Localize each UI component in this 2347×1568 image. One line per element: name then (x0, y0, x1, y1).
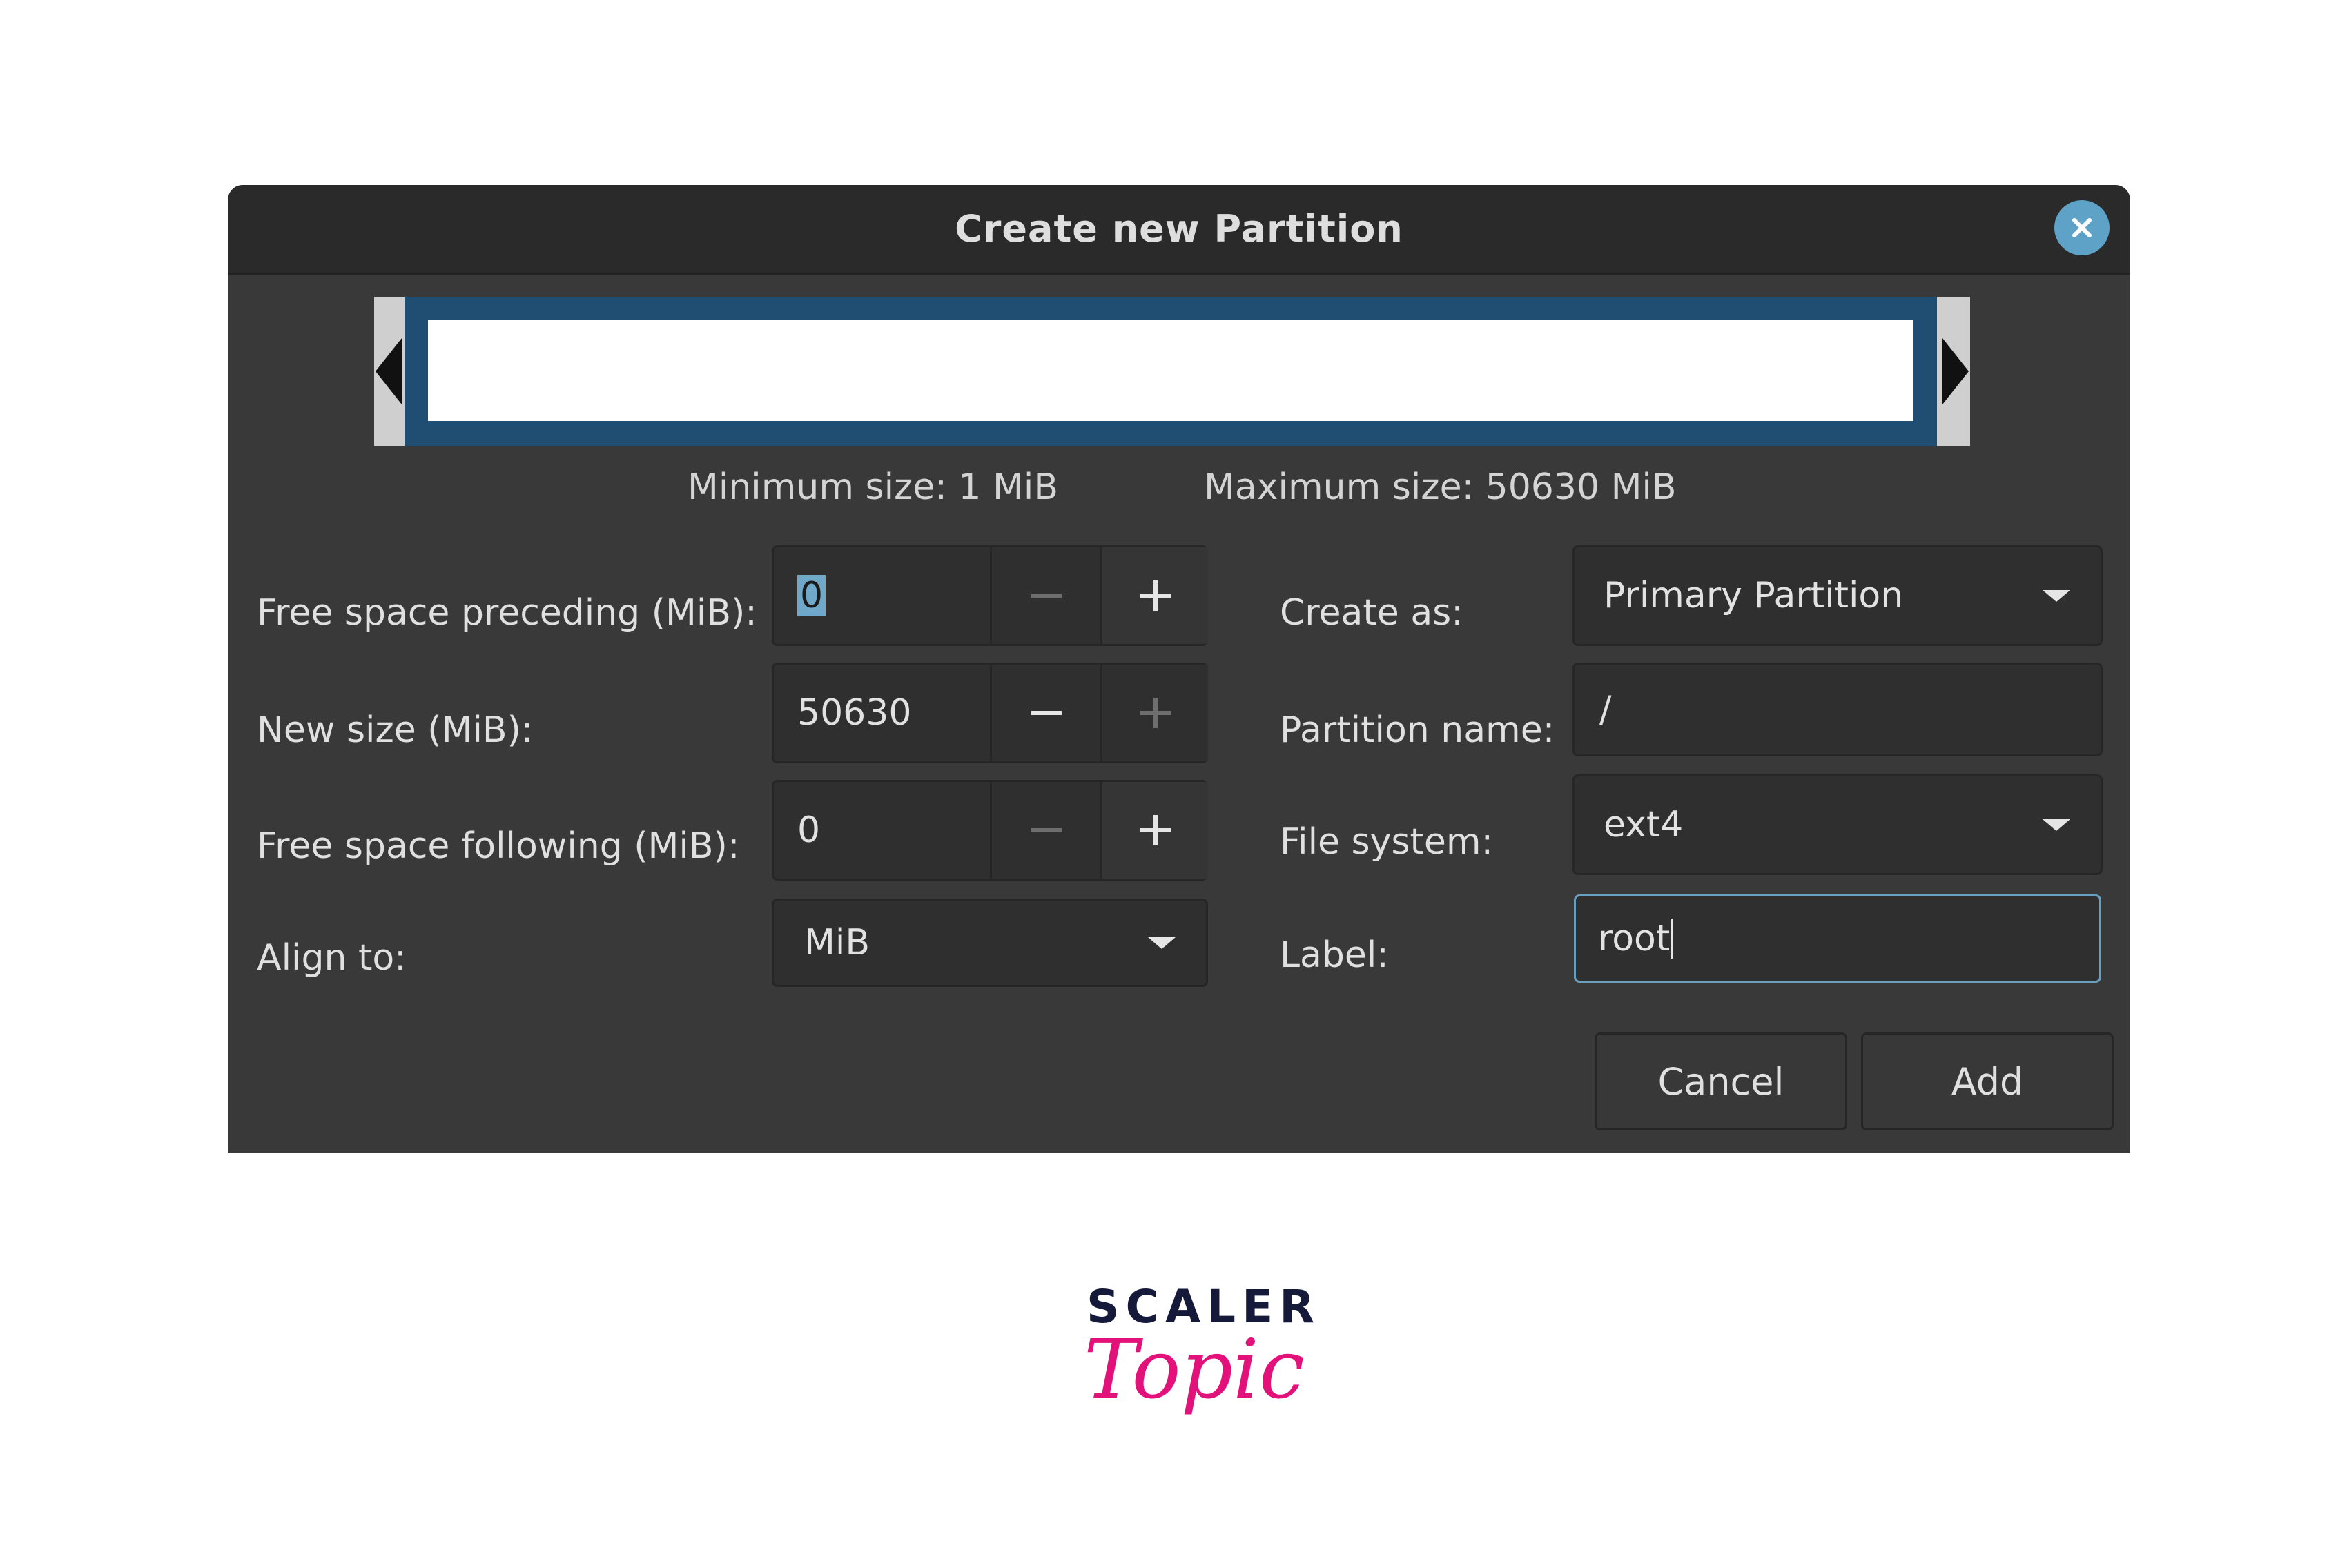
new-size-label: New size (MiB): (257, 709, 534, 751)
resize-handle-right-icon[interactable] (1940, 338, 1970, 404)
plus-icon (1140, 580, 1171, 611)
partition-name-value: / (1599, 689, 1612, 730)
free-space-following-label: Free space following (MiB): (257, 825, 740, 867)
label-field-label: Label: (1280, 934, 1389, 976)
free-space-preceding-input[interactable]: 0 (797, 547, 826, 644)
new-size-decrement-button[interactable] (990, 665, 1100, 761)
label-value: root (1598, 918, 1671, 959)
topics-logo-text: Topics (1084, 1322, 1305, 1417)
free-space-preceding-spinner: 0 (772, 545, 1208, 646)
new-size-increment-button[interactable] (1100, 665, 1208, 761)
dropdown-arrow-icon (2043, 819, 2070, 831)
close-button[interactable] (2054, 200, 2110, 255)
new-size-input[interactable]: 50630 (797, 665, 911, 761)
file-system-value: ext4 (1604, 804, 1684, 845)
create-partition-dialog: Create new Partition Minimum size: 1 MiB… (228, 185, 2130, 1153)
align-to-value: MiB (804, 922, 870, 963)
partition-used-area (428, 320, 1913, 421)
minus-icon (1031, 711, 1062, 715)
minus-icon (1031, 594, 1062, 598)
free-space-following-increment-button[interactable] (1100, 782, 1208, 879)
maximum-size-text: Maximum size: 50630 MiB (1204, 467, 1677, 508)
file-system-label: File system: (1280, 821, 1494, 863)
free-space-preceding-value: 0 (797, 575, 826, 616)
resize-handle-left-icon[interactable] (374, 338, 405, 404)
free-space-preceding-label: Free space preceding (MiB): (257, 592, 757, 634)
partition-fill (405, 297, 1937, 446)
partition-name-label: Partition name: (1280, 709, 1555, 751)
partition-size-bar[interactable] (374, 297, 1970, 446)
text-caret (1671, 919, 1673, 959)
dropdown-arrow-icon (2043, 590, 2070, 602)
create-as-value: Primary Partition (1604, 575, 1904, 616)
minus-icon (1031, 828, 1062, 832)
align-to-label: Align to: (257, 937, 407, 979)
close-icon (2072, 218, 2092, 237)
free-space-preceding-decrement-button[interactable] (990, 547, 1100, 644)
partition-name-input[interactable]: / (1572, 663, 2103, 756)
topics-logo: Topics (1084, 1322, 1305, 1417)
plus-icon (1140, 815, 1171, 845)
title-bar[interactable]: Create new Partition (228, 185, 2130, 275)
add-button[interactable]: Add (1861, 1032, 2114, 1130)
create-as-label: Create as: (1280, 592, 1463, 634)
free-space-following-input[interactable]: 0 (797, 782, 820, 879)
minimum-size-text: Minimum size: 1 MiB (688, 467, 1058, 508)
file-system-dropdown[interactable]: ext4 (1572, 774, 2103, 875)
label-input[interactable]: root (1574, 894, 2101, 983)
free-space-preceding-increment-button[interactable] (1100, 547, 1208, 644)
free-space-following-spinner: 0 (772, 780, 1208, 881)
free-space-following-decrement-button[interactable] (990, 782, 1100, 879)
new-size-spinner: 50630 (772, 663, 1208, 763)
dropdown-arrow-icon (1148, 937, 1176, 949)
cancel-button[interactable]: Cancel (1595, 1032, 1847, 1130)
plus-icon (1140, 698, 1171, 728)
create-as-dropdown[interactable]: Primary Partition (1572, 545, 2103, 646)
align-to-dropdown[interactable]: MiB (772, 899, 1208, 987)
dialog-title: Create new Partition (955, 207, 1403, 251)
